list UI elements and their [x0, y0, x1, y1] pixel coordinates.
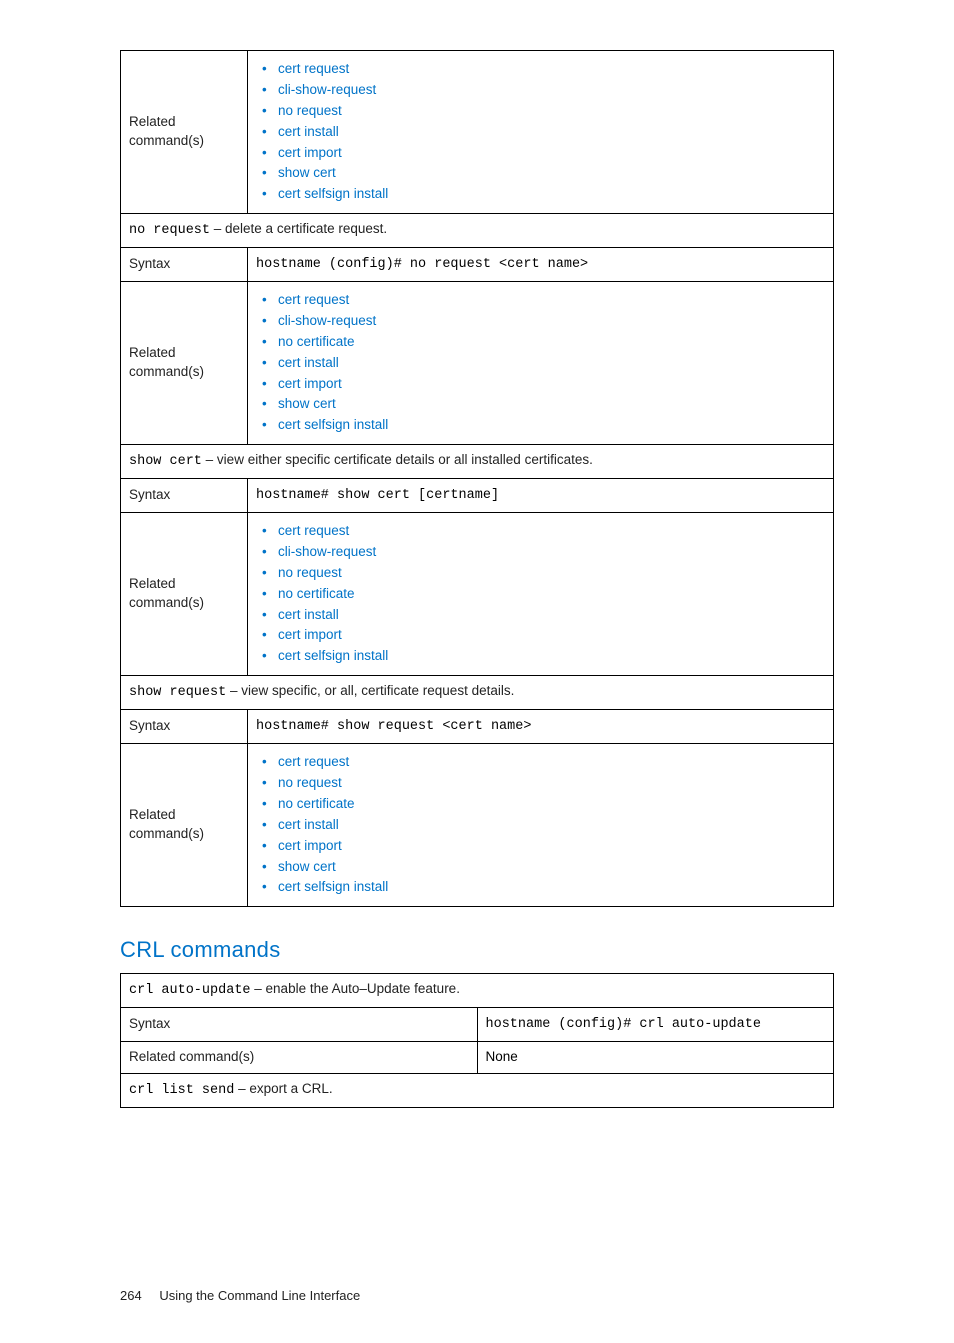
related-command-link[interactable]: no request: [274, 563, 825, 584]
row-label-related: Related command(s): [121, 282, 248, 445]
related-command-link[interactable]: no certificate: [274, 332, 825, 353]
command-description: – view specific, or all, certificate req…: [226, 683, 514, 698]
related-command-link[interactable]: cert request: [274, 290, 825, 311]
related-command-link[interactable]: cert install: [274, 605, 825, 626]
related-command-link[interactable]: no certificate: [274, 794, 825, 815]
related-command-link[interactable]: cert selfsign install: [274, 646, 825, 667]
footer-title: Using the Command Line Interface: [159, 1288, 360, 1303]
row-label-syntax: Syntax: [121, 710, 248, 744]
command-name: show cert: [129, 454, 202, 469]
related-command-link[interactable]: show cert: [274, 857, 825, 878]
related-command-link[interactable]: cert install: [274, 815, 825, 836]
related-command-link[interactable]: show cert: [274, 163, 825, 184]
page-footer: 264 Using the Command Line Interface: [120, 1288, 834, 1303]
related-command-link[interactable]: cert install: [274, 122, 825, 143]
related-command-link[interactable]: cert request: [274, 752, 825, 773]
row-label-related: Related command(s): [121, 744, 248, 907]
related-command-link[interactable]: cert import: [274, 374, 825, 395]
related-command-link[interactable]: cert install: [274, 353, 825, 374]
syntax-code: hostname (config)# crl auto-update: [486, 1017, 761, 1032]
command-name: crl list send: [129, 1083, 234, 1098]
related-commands-cell: cert requestno requestno certificatecert…: [248, 744, 834, 907]
related-command-link[interactable]: cert import: [274, 836, 825, 857]
command-description: – export a CRL.: [234, 1081, 332, 1096]
related-command-link[interactable]: cli-show-request: [274, 311, 825, 332]
command-name: show request: [129, 685, 226, 700]
related-commands-cell: cert requestcli-show-requestno certifica…: [248, 282, 834, 445]
plain-value-cell: None: [477, 1042, 834, 1074]
section-heading-crl: CRL commands: [120, 937, 834, 963]
command-table-2: crl auto-update – enable the Auto–Update…: [120, 973, 834, 1108]
command-description-row: show cert – view either specific certifi…: [121, 445, 834, 479]
related-command-link[interactable]: cert selfsign install: [274, 184, 825, 205]
row-label-syntax: Syntax: [121, 248, 248, 282]
syntax-code: hostname (config)# no request <cert name…: [256, 257, 588, 272]
row-label-syntax: Syntax: [121, 1008, 478, 1042]
command-name: crl auto-update: [129, 983, 251, 998]
command-description: – delete a certificate request.: [210, 221, 387, 236]
page-number: 264: [120, 1288, 142, 1303]
row-label-related: Related command(s): [121, 1042, 478, 1074]
related-command-link[interactable]: cert import: [274, 625, 825, 646]
related-command-link[interactable]: show cert: [274, 394, 825, 415]
command-description-row: crl auto-update – enable the Auto–Update…: [121, 974, 834, 1008]
command-description: – enable the Auto–Update feature.: [251, 981, 460, 996]
command-name: no request: [129, 223, 210, 238]
related-commands-cell: cert requestcli-show-requestno requestce…: [248, 51, 834, 214]
row-label-syntax: Syntax: [121, 479, 248, 513]
command-description-row: no request – delete a certificate reques…: [121, 214, 834, 248]
related-commands-cell: cert requestcli-show-requestno requestno…: [248, 513, 834, 676]
related-command-link[interactable]: cert selfsign install: [274, 415, 825, 436]
related-command-link[interactable]: cli-show-request: [274, 542, 825, 563]
related-command-link[interactable]: cert request: [274, 521, 825, 542]
related-command-link[interactable]: cert selfsign install: [274, 877, 825, 898]
syntax-cell: hostname (config)# no request <cert name…: [248, 248, 834, 282]
syntax-cell: hostname# show cert [certname]: [248, 479, 834, 513]
related-commands-list: cert requestcli-show-requestno requestno…: [256, 521, 825, 667]
related-command-link[interactable]: no request: [274, 101, 825, 122]
row-label-related: Related command(s): [121, 51, 248, 214]
syntax-code: hostname# show request <cert name>: [256, 719, 531, 734]
related-command-link[interactable]: cert request: [274, 59, 825, 80]
command-description-row: crl list send – export a CRL.: [121, 1073, 834, 1107]
command-description: – view either specific certificate detai…: [202, 452, 593, 467]
command-table-1: Related command(s)cert requestcli-show-r…: [120, 50, 834, 907]
related-command-link[interactable]: cli-show-request: [274, 80, 825, 101]
related-command-link[interactable]: cert import: [274, 143, 825, 164]
related-commands-list: cert requestcli-show-requestno requestce…: [256, 59, 825, 205]
row-label-related: Related command(s): [121, 513, 248, 676]
syntax-code: hostname# show cert [certname]: [256, 488, 499, 503]
related-commands-list: cert requestno requestno certificatecert…: [256, 752, 825, 898]
command-description-row: show request – view specific, or all, ce…: [121, 676, 834, 710]
related-command-link[interactable]: no certificate: [274, 584, 825, 605]
syntax-cell: hostname# show request <cert name>: [248, 710, 834, 744]
related-commands-list: cert requestcli-show-requestno certifica…: [256, 290, 825, 436]
related-command-link[interactable]: no request: [274, 773, 825, 794]
syntax-cell: hostname (config)# crl auto-update: [477, 1008, 834, 1042]
